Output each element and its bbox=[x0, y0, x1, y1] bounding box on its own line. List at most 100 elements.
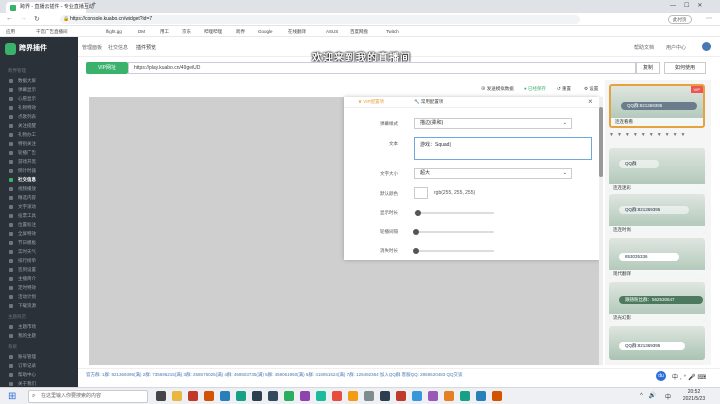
back-icon[interactable]: ← bbox=[6, 15, 13, 22]
app-icon[interactable] bbox=[204, 391, 214, 401]
slider-knob[interactable] bbox=[413, 248, 420, 254]
refresh-icon[interactable]: ↻ bbox=[34, 15, 40, 23]
steam-icon[interactable] bbox=[380, 391, 390, 401]
sidebar-item[interactable]: 弹幕显示 bbox=[0, 86, 78, 94]
sidebar-item[interactable]: 礼物特效 bbox=[0, 104, 78, 112]
copy-button[interactable]: 复制 bbox=[636, 62, 660, 74]
window-controls[interactable]: —☐✕ bbox=[670, 2, 710, 9]
bookmark-item[interactable]: 百度网盘 bbox=[350, 28, 368, 35]
show-duration-slider[interactable] bbox=[414, 210, 494, 216]
app-icon[interactable] bbox=[476, 391, 486, 401]
size-select[interactable]: 超大 ⌄ bbox=[414, 168, 572, 179]
du-icon[interactable]: du bbox=[656, 371, 666, 381]
bookmark-item[interactable]: 在线翻译 bbox=[288, 28, 306, 35]
sidebar-item[interactable]: 关注提醒 bbox=[0, 122, 78, 130]
taskbar-search-input[interactable]: ⌕ 在这里输入你要搜索的内容 bbox=[28, 390, 148, 403]
vip-url-button[interactable]: VIP网址 bbox=[86, 62, 128, 74]
bookmark-item[interactable]: Twitch bbox=[386, 28, 399, 35]
sidebar-item[interactable]: 签到设置 bbox=[0, 266, 78, 274]
sidebar-item[interactable]: 社交信息 bbox=[0, 176, 78, 184]
widget-url-input[interactable]: https://play.kuabo.cn/49geiUD bbox=[128, 62, 636, 74]
sidebar-item[interactable]: 游戏开黑 bbox=[0, 158, 78, 166]
tab-common-config[interactable]: 🔧 常用配置项 bbox=[414, 99, 443, 105]
bookmark-item[interactable]: 应用 bbox=[6, 28, 15, 35]
bookmark-item[interactable]: 哔哩哔哩 bbox=[204, 28, 222, 35]
sidebar-item[interactable]: 账号管理 bbox=[0, 353, 78, 361]
sidebar-item[interactable]: 实时天气 bbox=[0, 248, 78, 256]
sidebar-item[interactable]: 倒计时器 bbox=[0, 167, 78, 175]
app-icon[interactable] bbox=[444, 391, 454, 401]
theme-card[interactable]: QQ群 连连迷彩 bbox=[609, 148, 705, 192]
app-icon[interactable] bbox=[396, 391, 406, 401]
theme-card[interactable]: 853035336 现代翻译 bbox=[609, 238, 705, 278]
close-icon[interactable]: × bbox=[588, 97, 593, 106]
app-icon[interactable] bbox=[460, 391, 470, 401]
user-menu[interactable]: 用户中心 bbox=[666, 44, 686, 51]
sidebar-item[interactable]: 排行榜单 bbox=[0, 257, 78, 265]
app-icon[interactable] bbox=[348, 391, 358, 401]
slider-knob[interactable] bbox=[415, 210, 421, 216]
reset-button[interactable]: ↺ 重置 bbox=[557, 86, 571, 92]
theme-card[interactable]: QQ群:821369395 bbox=[609, 326, 705, 360]
avatar[interactable] bbox=[702, 42, 711, 51]
theme-card[interactable]: QQ群:821369395 VIP 连连看看 bbox=[609, 84, 705, 128]
sidebar-item[interactable]: 下载资源 bbox=[0, 302, 78, 310]
settings-button[interactable]: ⚙ 设置 bbox=[584, 86, 598, 92]
tray-icons[interactable]: ^ 🔊 bbox=[640, 392, 658, 399]
sidebar-item[interactable]: 主题市场 bbox=[0, 323, 78, 331]
windows-start-icon[interactable]: ⊞ bbox=[8, 391, 16, 402]
bookmark-item[interactable]: 京东 bbox=[182, 28, 191, 35]
new-tab-button[interactable]: + bbox=[92, 1, 96, 8]
sidebar-item[interactable]: 轮播广告 bbox=[0, 149, 78, 157]
sidebar-item[interactable]: 活动计划 bbox=[0, 293, 78, 301]
sidebar-item[interactable]: 帮助中心 bbox=[0, 371, 78, 379]
breadcrumb-item[interactable]: 管理面板 bbox=[82, 44, 102, 51]
theme-card[interactable]: 跟随粉丝群：562530647 流光幻影 bbox=[609, 282, 705, 322]
app-icon[interactable] bbox=[492, 391, 502, 401]
profile-button[interactable]: 此付页 bbox=[668, 15, 692, 24]
bookmark-item[interactable]: DM bbox=[138, 28, 145, 35]
sidebar-item[interactable]: 文字滚动 bbox=[0, 203, 78, 211]
clock[interactable]: 20:52 2021/5/23 bbox=[676, 389, 712, 403]
sidebar-item[interactable]: 心愿显示 bbox=[0, 95, 78, 103]
app-icon[interactable] bbox=[268, 391, 278, 401]
sidebar-item[interactable]: 点歌列表 bbox=[0, 113, 78, 121]
sidebar-item[interactable]: 数据大屏 bbox=[0, 77, 78, 85]
app-icon[interactable] bbox=[332, 391, 342, 401]
how-to-use-button[interactable]: 如何使用 bbox=[664, 62, 706, 74]
app-icon[interactable] bbox=[316, 391, 326, 401]
app-icon[interactable] bbox=[412, 391, 422, 401]
edge-icon[interactable] bbox=[220, 391, 230, 401]
fade-duration-slider[interactable] bbox=[413, 248, 494, 254]
bookmark-item[interactable]: Google bbox=[258, 28, 273, 35]
slider-knob[interactable] bbox=[413, 229, 420, 235]
sidebar-item[interactable]: 我的主题 bbox=[0, 332, 78, 340]
bookmark-item[interactable]: 千宫广告直播间 bbox=[36, 28, 68, 35]
sidebar-item[interactable]: 特别关注 bbox=[0, 140, 78, 148]
text-input[interactable]: 游戏：Squad| bbox=[414, 137, 592, 160]
app-icon[interactable] bbox=[300, 391, 310, 401]
sidebar-item[interactable]: 全屏特效 bbox=[0, 230, 78, 238]
sidebar-item[interactable]: 视频播放 bbox=[0, 185, 78, 193]
send-mock-data-button[interactable]: ⊕ 发送模拟数据 bbox=[481, 86, 514, 92]
bookmark-item[interactable]: flight.gg bbox=[106, 28, 122, 35]
url-field[interactable]: 🔒 https://console.kuabo.cn/widget?id=7 bbox=[60, 15, 580, 24]
interval-slider[interactable] bbox=[413, 229, 494, 235]
color-swatch[interactable] bbox=[414, 187, 428, 199]
sidebar-item[interactable]: 主播简介 bbox=[0, 275, 78, 283]
app-logo[interactable]: 跨界插件 bbox=[5, 43, 73, 55]
file-explorer-icon[interactable] bbox=[172, 391, 182, 401]
obs-icon[interactable] bbox=[252, 391, 262, 401]
bookmark-item[interactable]: 跨界 bbox=[236, 28, 245, 35]
sidebar-item[interactable]: 定时特效 bbox=[0, 284, 78, 292]
task-view-icon[interactable] bbox=[156, 391, 166, 401]
wechat-icon[interactable] bbox=[284, 391, 294, 401]
bookmark-item[interactable]: 用工 bbox=[160, 28, 169, 35]
scrollbar-thumb[interactable] bbox=[599, 107, 603, 177]
app-icon[interactable] bbox=[428, 391, 438, 401]
scrollbar[interactable] bbox=[599, 97, 603, 365]
tab-vip-config[interactable]: ♛ VIP配置项 bbox=[358, 99, 384, 105]
breadcrumb-item[interactable]: 社交信息 bbox=[108, 44, 128, 51]
browser-tab[interactable]: 跨界 - 直播云插件 - 专业直播互动 bbox=[6, 2, 94, 13]
style-select[interactable]: 描边(柔和) ⌄ bbox=[414, 118, 572, 129]
